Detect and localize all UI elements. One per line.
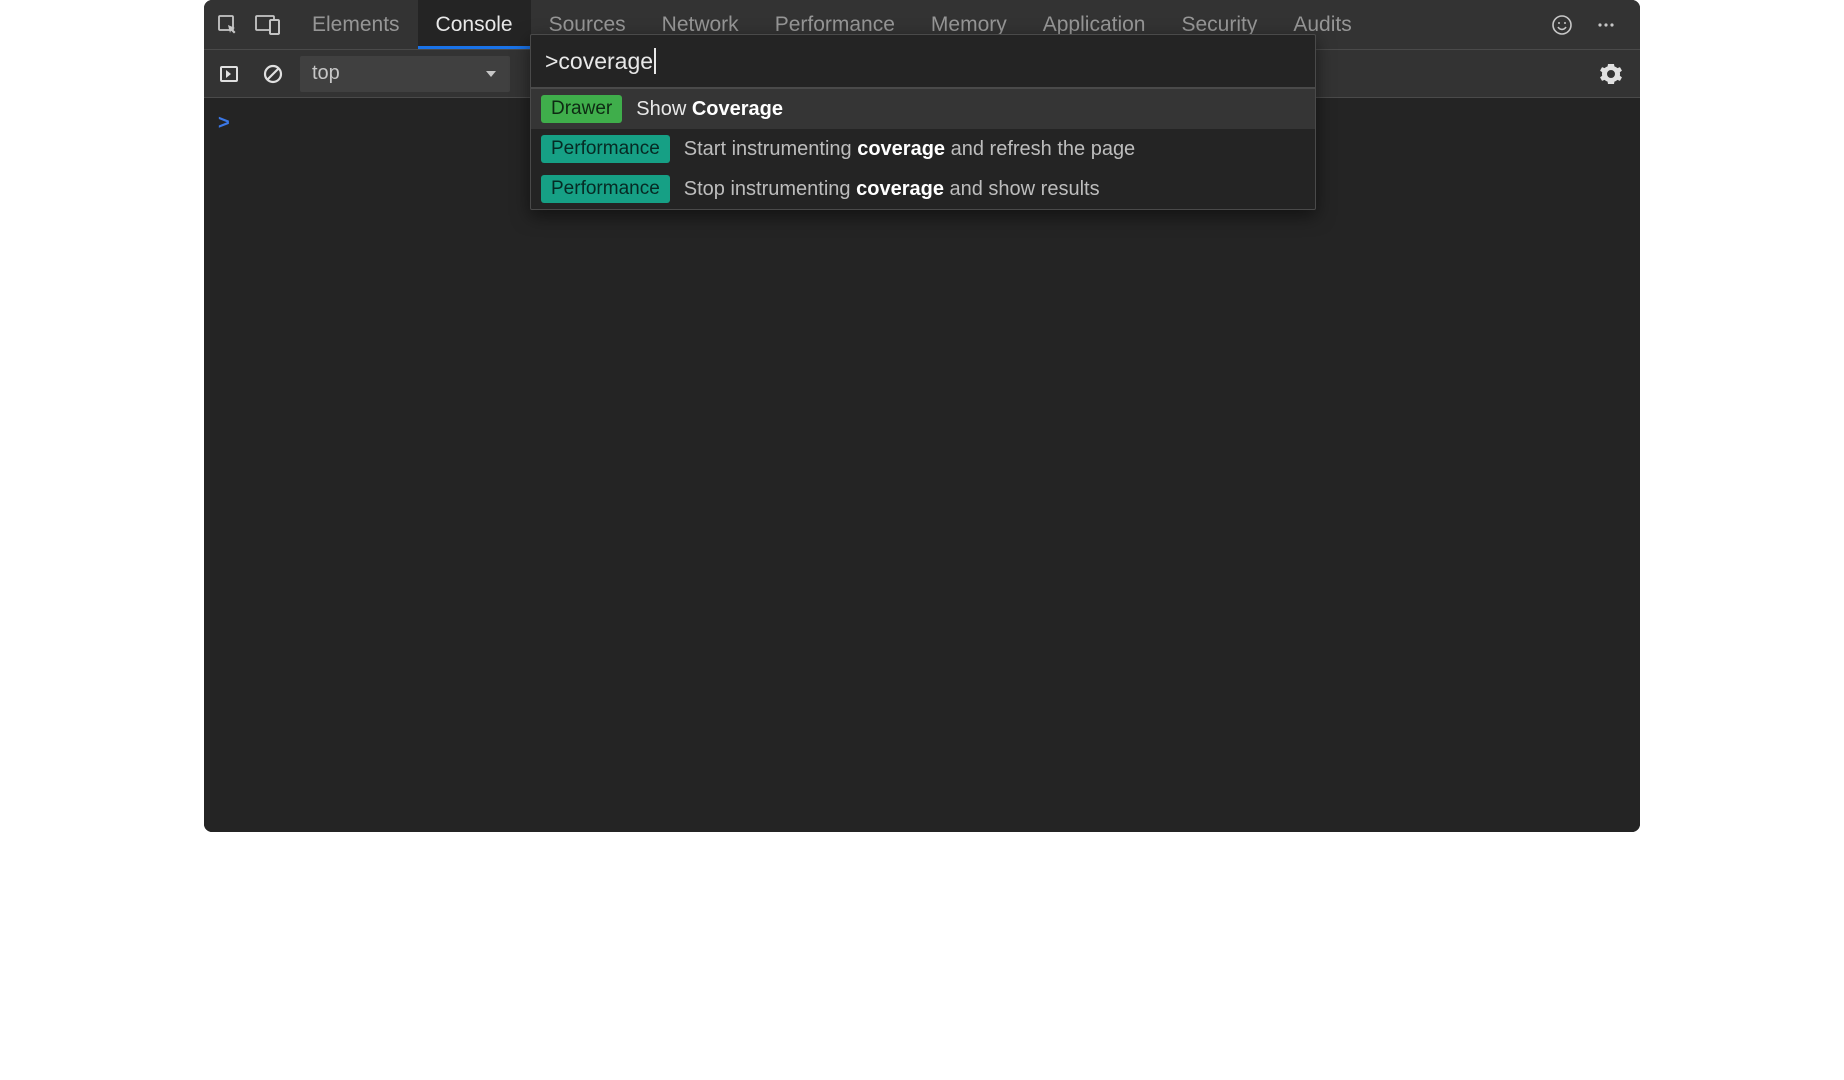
command-menu-item[interactable]: Drawer Show Coverage (531, 89, 1315, 129)
command-category-badge: Performance (541, 135, 670, 163)
command-menu-input[interactable]: >coverage (531, 35, 1315, 89)
device-toolbar-icon[interactable] (248, 5, 288, 45)
command-menu: >coverage Drawer Show Coverage Performance… (530, 34, 1316, 210)
console-prompt-caret: > (218, 112, 230, 135)
tabbar-right-icons (1542, 5, 1636, 45)
devtools-window: Elements Console Sources Network Perform… (204, 0, 1640, 832)
clear-console-icon[interactable] (256, 57, 290, 91)
command-label: Show Coverage (636, 98, 783, 121)
more-menu-icon[interactable] (1586, 5, 1626, 45)
inspect-element-icon[interactable] (208, 5, 248, 45)
console-settings-gear-icon[interactable] (1594, 57, 1628, 91)
command-label: Stop instrumenting coverage and show res… (684, 178, 1100, 201)
context-selector[interactable]: top (300, 56, 510, 92)
command-label: Start instrumenting coverage and refresh… (684, 138, 1135, 161)
text-cursor (654, 48, 656, 74)
feedback-smile-icon[interactable] (1542, 5, 1582, 45)
toolbar-right (1594, 57, 1632, 91)
command-menu-item[interactable]: Performance Start instrumenting coverage … (531, 129, 1315, 169)
toggle-sidebar-icon[interactable] (212, 57, 246, 91)
tab-elements[interactable]: Elements (294, 0, 418, 49)
command-category-badge: Drawer (541, 95, 622, 123)
command-menu-query: >coverage (545, 48, 653, 75)
command-menu-item[interactable]: Performance Stop instrumenting coverage a… (531, 169, 1315, 209)
command-category-badge: Performance (541, 175, 670, 203)
command-menu-list: Drawer Show Coverage Performance Start inst… (531, 89, 1315, 209)
chevron-down-icon (484, 67, 498, 81)
context-selector-value: top (312, 62, 340, 85)
tab-console[interactable]: Console (418, 0, 531, 49)
